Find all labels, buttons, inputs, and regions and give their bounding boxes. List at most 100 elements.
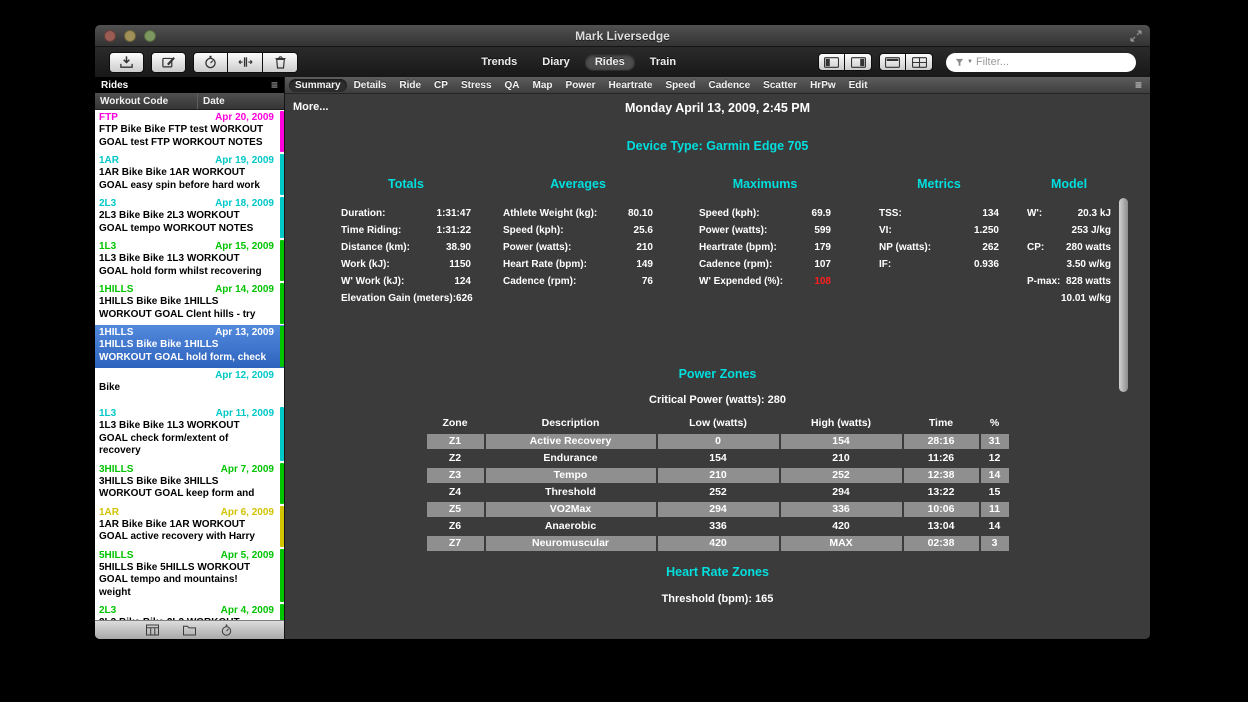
summary-row: Heart Rate (bpm): 149 — [503, 256, 653, 273]
view-tab[interactable]: Rides — [585, 54, 635, 70]
delete-button[interactable] — [263, 52, 298, 73]
ride-date: Apr 7, 2009 — [221, 464, 274, 476]
ride-list-item[interactable]: 1HILLS Apr 14, 2009 1HILLS Bike Bike 1HI… — [95, 282, 284, 325]
funnel-icon — [955, 58, 964, 67]
zone-cell: 336 — [781, 502, 902, 517]
ride-list-item[interactable]: Apr 12, 2009 Bike — [95, 368, 284, 406]
ride-list-item[interactable]: FTP Apr 20, 2009 FTP Bike Bike FTP test … — [95, 110, 284, 153]
summary-rows: Speed (kph): 69.9 Power (watts): 599 Hea… — [699, 205, 831, 290]
ride-list-item[interactable]: 1HILLS Apr 13, 2009 1HILLS Bike Bike 1HI… — [95, 325, 284, 368]
chart-tab[interactable]: Map — [527, 79, 559, 92]
vertical-scrollbar[interactable] — [1119, 198, 1128, 392]
chart-tab[interactable]: Stress — [455, 79, 498, 92]
metric-label: Speed (kph): — [699, 205, 760, 222]
summary-row: 253 J/kg — [1027, 222, 1111, 239]
chart-tab[interactable]: QA — [499, 79, 526, 92]
stopwatch-view-button[interactable] — [220, 624, 233, 636]
summary-column: Metrics TSS: 134 VI: 1.250 NP — [879, 177, 999, 307]
chart-tab[interactable]: Speed — [659, 79, 701, 92]
ride-date: Apr 18, 2009 — [215, 198, 274, 210]
chart-tab-bar: SummaryDetailsRideCPStressQAMapPowerHear… — [285, 77, 1150, 94]
power-zones-table: ZoneDescriptionLow (watts)High (watts)Ti… — [427, 416, 1009, 551]
ride-list-item[interactable]: 1L3 Apr 15, 2009 1L3 Bike Bike 1L3 WORKO… — [95, 239, 284, 282]
rides-sidebar: Rides ≡ Workout Code Date FTP Apr 20, 20… — [95, 77, 285, 639]
ride-list-item[interactable]: 3HILLS Apr 7, 2009 3HILLS Bike Bike 3HIL… — [95, 462, 284, 505]
chart-tab[interactable]: Heartrate — [603, 79, 659, 92]
metric-value: 107 — [814, 256, 831, 273]
summary-column-title: Maximums — [699, 177, 831, 191]
toggle-right-sidebar-button[interactable] — [845, 53, 872, 71]
grid-view-button[interactable] — [146, 624, 159, 636]
summary-row: Time Riding: 1:31:22 — [341, 222, 471, 239]
ride-list-item[interactable]: 1AR Apr 6, 2009 1AR Bike Bike 1AR WORKOU… — [95, 505, 284, 548]
zone-cell: 294 — [781, 485, 902, 500]
view-tab[interactable]: Train — [640, 54, 686, 70]
summary-rows: TSS: 134 VI: 1.250 NP (watts): 262 IF: — [879, 205, 999, 273]
hamburger-menu-icon[interactable]: ≡ — [1135, 79, 1142, 91]
ride-list-item[interactable]: 2L3 Apr 4, 2009 2L3 Bike Bike 2L3 WORKOU… — [95, 603, 284, 620]
summary-column: Maximums Speed (kph): 69.9 Power (watts)… — [699, 177, 831, 307]
close-button[interactable] — [104, 30, 116, 42]
view-tab[interactable]: Diary — [532, 54, 580, 70]
chart-tab[interactable]: CP — [428, 79, 454, 92]
metric-value: 0.936 — [974, 256, 999, 273]
summary-row: CP: 280 watts — [1027, 239, 1111, 256]
right-panel-icon — [851, 57, 866, 68]
more-link[interactable]: More... — [293, 101, 328, 113]
ride-list-item[interactable]: 1AR Apr 19, 2009 1AR Bike Bike 1AR WORKO… — [95, 153, 284, 196]
summary-row: NP (watts): 262 — [879, 239, 999, 256]
chart-tab[interactable]: Power — [560, 79, 602, 92]
filter-box[interactable]: ▼ — [946, 53, 1136, 72]
zone-cell: 294 — [658, 502, 779, 517]
chart-tab[interactable]: Ride — [393, 79, 427, 92]
chart-tab[interactable]: Summary — [289, 79, 347, 92]
column-header-workout-code[interactable]: Workout Code — [95, 93, 198, 109]
summary-column: Model W': 20.3 kJ 253 J/kg C — [1027, 177, 1111, 307]
chart-tab[interactable]: Details — [348, 79, 393, 92]
ride-list-item[interactable]: 5HILLS Apr 5, 2009 5HILLS Bike 5HILLS WO… — [95, 548, 284, 604]
ride-description: 5HILLS Bike 5HILLS WORKOUT GOAL tempo an… — [99, 562, 267, 600]
folder-button[interactable] — [183, 624, 196, 636]
stopwatch-button[interactable] — [193, 52, 228, 73]
chart-tab[interactable]: Edit — [843, 79, 874, 92]
fullscreen-icon[interactable] — [1130, 30, 1142, 42]
compose-button[interactable] — [151, 52, 186, 73]
hamburger-menu-icon[interactable]: ≡ — [271, 79, 278, 91]
column-header-date[interactable]: Date — [198, 93, 284, 109]
single-view-button[interactable] — [879, 53, 906, 71]
ride-item-headline: FTP Apr 20, 2009 — [99, 112, 274, 124]
metric-label: Athlete Weight (kg): — [503, 205, 597, 222]
ride-item-headline: 3HILLS Apr 7, 2009 — [99, 464, 274, 476]
toggle-left-sidebar-button[interactable] — [818, 53, 845, 71]
ride-item-headline: 1L3 Apr 11, 2009 — [99, 408, 274, 420]
main-toolbar: Trends Diary Rides Train — [95, 47, 1150, 77]
ride-list-item[interactable]: 2L3 Apr 18, 2009 2L3 Bike Bike 2L3 WORKO… — [95, 196, 284, 239]
summary-row: Duration: 1:31:47 — [341, 205, 471, 222]
zone-row: Z7Neuromuscular420MAX02:383 — [427, 536, 1009, 551]
zone-cell: 154 — [781, 434, 902, 449]
zoom-button[interactable] — [144, 30, 156, 42]
intervals-button[interactable] — [228, 52, 263, 73]
view-tab[interactable]: Trends — [471, 54, 527, 70]
summary-row: Power (watts): 210 — [503, 239, 653, 256]
filter-input[interactable] — [976, 56, 1127, 68]
tiled-view-button[interactable] — [906, 53, 933, 71]
zone-cell: 15 — [981, 485, 1009, 500]
compose-icon — [161, 55, 176, 69]
zone-table-body: Z1Active Recovery015428:1631 Z2Endurance… — [427, 434, 1009, 551]
ride-list-item[interactable]: 1L3 Apr 11, 2009 1L3 Bike Bike 1L3 WORKO… — [95, 406, 284, 462]
chart-tabs: SummaryDetailsRideCPStressQAMapPowerHear… — [289, 79, 1135, 92]
ride-date: Apr 12, 2009 — [215, 370, 274, 382]
zone-row: Z5VO2Max29433610:0611 — [427, 502, 1009, 517]
titlebar[interactable]: Mark Liversedge — [95, 25, 1150, 47]
chart-tab[interactable]: HrPw — [804, 79, 842, 92]
import-button[interactable] — [109, 52, 144, 73]
summary-row: TSS: 134 — [879, 205, 999, 222]
ride-color-stripe — [280, 326, 284, 367]
zone-cell: 336 — [658, 519, 779, 534]
zone-cell: Anaerobic — [486, 519, 656, 534]
chart-tab[interactable]: Scatter — [757, 79, 803, 92]
chart-tab[interactable]: Cadence — [702, 79, 756, 92]
metric-value: 134 — [982, 205, 999, 222]
minimize-button[interactable] — [124, 30, 136, 42]
